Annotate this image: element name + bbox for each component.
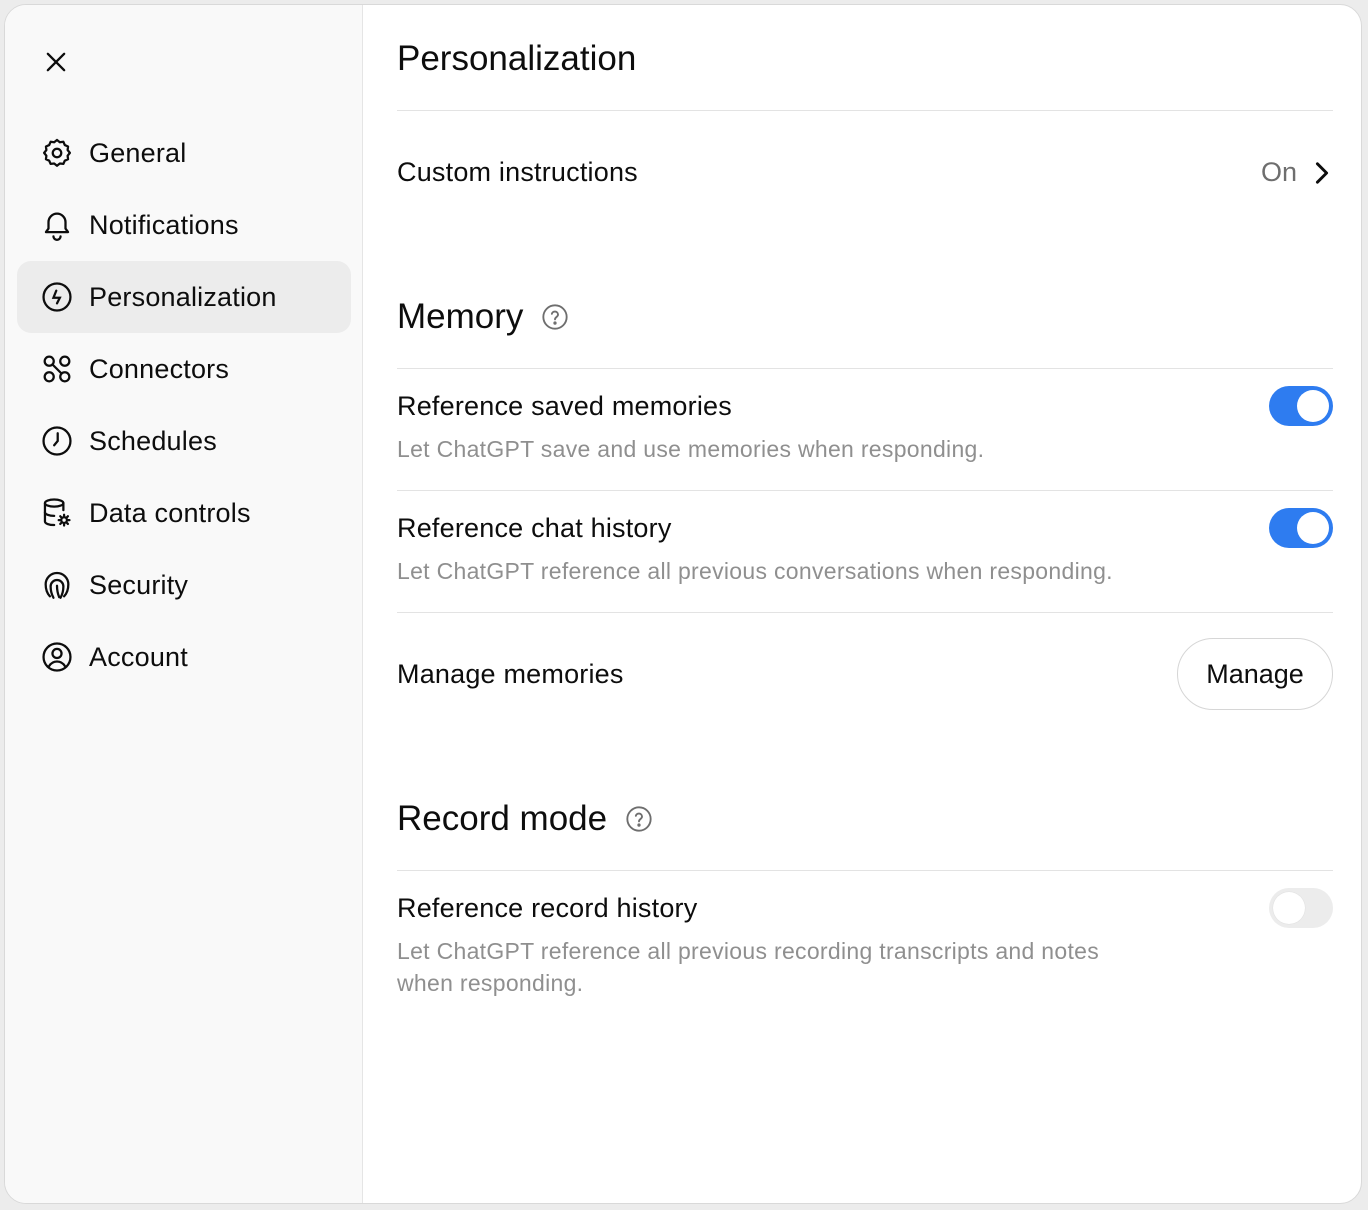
settings-sidebar: General Notifications Personalization Co… — [5, 5, 363, 1203]
personalization-icon — [39, 279, 75, 315]
toggle-knob — [1297, 512, 1329, 544]
bell-icon — [39, 207, 75, 243]
chevron-right-icon — [1315, 161, 1329, 184]
saved-memories-toggle[interactable] — [1269, 386, 1333, 426]
fingerprint-icon — [39, 567, 75, 603]
record-mode-section-label: Record mode — [397, 799, 608, 838]
divider — [397, 490, 1333, 491]
sidebar-item-account[interactable]: Account — [17, 621, 351, 693]
chat-history-label: Reference chat history — [397, 513, 672, 543]
page-title: Personalization — [397, 39, 637, 78]
close-button[interactable] — [35, 41, 77, 83]
custom-instructions-label: Custom instructions — [397, 157, 638, 187]
chat-history-toggle[interactable] — [1269, 508, 1333, 548]
saved-memories-label: Reference saved memories — [397, 391, 732, 421]
memory-help-icon[interactable] — [541, 303, 569, 331]
clock-icon — [39, 423, 75, 459]
sidebar-item-label: Notifications — [89, 209, 239, 240]
sidebar-item-label: Connectors — [89, 353, 230, 384]
divider — [397, 368, 1333, 369]
saved-memories-description: Let ChatGPT save and use memories when r… — [397, 436, 985, 462]
sidebar-item-label: Account — [89, 641, 188, 672]
toggle-knob — [1297, 390, 1329, 422]
divider — [397, 110, 1333, 111]
sidebar-item-label: Schedules — [89, 425, 217, 456]
sidebar-item-general[interactable]: General — [17, 117, 351, 189]
toggle-knob — [1273, 892, 1305, 924]
chat-history-description: Let ChatGPT reference all previous conve… — [397, 558, 1113, 584]
sidebar-item-notifications[interactable]: Notifications — [17, 189, 351, 261]
memory-section-title: Memory — [397, 297, 569, 337]
sidebar-item-schedules[interactable]: Schedules — [17, 405, 351, 477]
sidebar-item-security[interactable]: Security — [17, 549, 351, 621]
manage-memories-button[interactable]: Manage — [1177, 638, 1333, 710]
record-history-description-line: when responding. — [397, 970, 584, 996]
record-history-toggle[interactable] — [1269, 888, 1333, 928]
gear-icon — [39, 135, 75, 171]
connectors-icon — [39, 351, 75, 387]
sidebar-item-label: General — [89, 137, 187, 168]
custom-instructions-value: On — [1260, 157, 1297, 187]
settings-dialog: General Notifications Personalization Co… — [4, 4, 1362, 1204]
record-history-description: Let ChatGPT reference all previous recor… — [397, 935, 1099, 999]
sidebar-item-label: Security — [89, 569, 189, 600]
memory-section-label: Memory — [397, 297, 524, 336]
divider — [397, 870, 1333, 871]
sidebar-item-label: Personalization — [89, 281, 277, 312]
sidebar-item-data-controls[interactable]: Data controls — [17, 477, 351, 549]
sidebar-item-connectors[interactable]: Connectors — [17, 333, 351, 405]
record-history-description-line: Let ChatGPT reference all previous recor… — [397, 938, 1100, 964]
close-icon — [46, 52, 66, 72]
database-gear-icon — [39, 495, 75, 531]
divider — [397, 612, 1333, 613]
record-mode-section-title: Record mode — [397, 799, 653, 839]
record-mode-help-icon[interactable] — [625, 805, 653, 833]
settings-nav: General Notifications Personalization Co… — [17, 117, 351, 693]
custom-instructions-link[interactable]: On — [1261, 157, 1333, 188]
user-circle-icon — [39, 639, 75, 675]
record-history-label: Reference record history — [397, 893, 698, 923]
sidebar-item-label: Data controls — [89, 497, 251, 528]
manage-memories-label: Manage memories — [397, 659, 624, 689]
sidebar-item-personalization[interactable]: Personalization — [17, 261, 351, 333]
